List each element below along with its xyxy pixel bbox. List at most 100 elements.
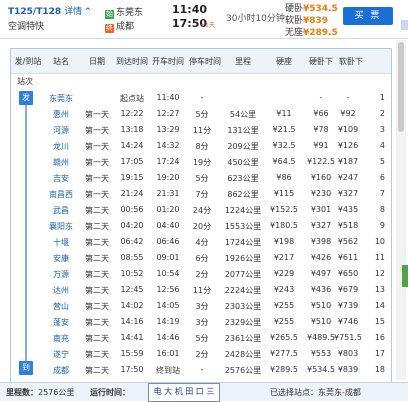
col-header-soft-sleeper: 软卧下 [339,57,363,66]
hard-seat-price: ¥64.5 [272,157,296,166]
arrive-time-cell: 21:24 [120,189,144,198]
station-name[interactable]: 武昌 [43,205,79,216]
arrive-time-cell: 00:56 [120,205,144,214]
buy-ticket-button[interactable]: 买 票 [343,7,393,25]
depart-time-cell: 04:40 [156,221,180,230]
distance-cell: 1224公里 [224,206,262,215]
distance-cell: 54公里 [229,110,257,119]
station-name[interactable]: 南充 [43,333,79,344]
table-row[interactable]: 东莞东 起点站 11:40- - -1 [11,90,391,106]
depart-time-cell: 10:54 [156,269,180,278]
station-name[interactable]: 营山 [43,301,79,312]
depart-time-cell: 13:29 [156,125,180,134]
distance-value: 2576公里 [38,388,75,397]
station-name[interactable]: 吉安 [43,173,79,184]
hard-seat-price: ¥115 [273,189,295,198]
chevron-up-icon[interactable]: ⌃ [84,7,92,17]
distance-cell: 209公里 [227,142,259,151]
table-row[interactable]: 襄阳东 第二天 04:20 04:40 20分 1553公里 ¥180.5 ¥327 ¥518 9 [11,218,391,234]
table-row[interactable]: 吉安 第一天 19:15 19:20 5分 623公里 ¥86 ¥160 ¥247 6 [11,170,391,186]
train-summary-bar: T125/T128 详情 ⌃ 空调特快 始东莞东 终成都 11:40 17:50 +… [0,0,408,39]
stop-index: 14 [374,301,385,310]
col-header-hard-seat: 硬座 [276,57,292,66]
detail-link[interactable]: 详情 [64,7,82,17]
stop-index: 16 [374,333,385,342]
station-name[interactable]: 安康 [43,253,79,264]
soft-sleeper-price: ¥739 [337,301,359,310]
hard-seat-price: ¥180.5 [270,221,298,230]
depart-time-cell: 09:01 [156,253,180,262]
soft-sleeper-price: ¥247 [337,173,359,182]
distance-cell: 1926公里 [224,254,262,263]
stop-index: 5 [379,157,385,166]
soft-sleeper-price: ¥126 [337,141,359,150]
distance-cell: 1553公里 [224,222,262,231]
arrive-time-cell: 14:24 [120,141,144,150]
station-name[interactable]: 成都 [43,365,79,376]
arrive-time-cell: 12:45 [120,285,144,294]
arrive-time-cell: 06:42 [120,237,144,246]
distance-cell: 1724公里 [224,238,262,247]
train-number-text[interactable]: T125/T128 [8,7,61,17]
soft-sleeper-price: ¥518 [337,221,359,230]
table-row[interactable]: 河源 第一天 13:18 13:29 11分 131公里 ¥21.5 ¥78 ¥109 3 [11,122,391,138]
station-name[interactable]: 南昌西 [43,189,79,200]
station-name[interactable]: 惠州 [43,109,79,120]
arrive-time-cell: 14:02 [120,301,144,310]
stop-index: 11 [374,253,385,262]
table-row[interactable]: 龙川 第一天 14:24 14:32 8分 209公里 ¥32.5 ¥91 ¥126 4 [11,138,391,154]
table-row[interactable]: 万源 第二天 10:52 10:54 2分 2077公里 ¥229 ¥497 ¥650 12 [11,266,391,282]
table-row[interactable]: 十堰 第二天 06:42 06:46 4分 1724公里 ¥198 ¥398 ¥562 10 [11,234,391,250]
table-row[interactable]: 惠州 第一天 12:22 12:27 5分 54公里 ¥11 ¥66 ¥92 2 [11,106,391,122]
station-name[interactable]: 万源 [43,269,79,280]
table-row[interactable]: 蓬安 第二天 14:16 14:19 3分 2329公里 ¥255 ¥510 ¥746 15 [11,314,391,330]
price-no-seat: 无座¥289.5 [285,25,338,38]
date-cell: 第二天 [85,238,109,247]
depart-time-cell: 19:20 [156,173,180,182]
arrive-time-cell: 起点站 [120,94,144,103]
table-row[interactable]: 武昌 第二天 00:56 01:20 24分 1224公里 ¥152.5 ¥301 ¥435 8 [11,202,391,218]
stop-time-cell: 5分 [195,174,209,183]
stop-time-cell: 5分 [195,110,209,119]
stop-index: 8 [379,205,385,214]
stop-time-cell: 4分 [195,238,209,247]
station-name[interactable]: 赣州 [43,157,79,168]
hard-seat-price: ¥229 [273,269,295,278]
stop-index: 3 [379,125,385,134]
stop-time-cell: 5分 [195,334,209,343]
table-row[interactable]: 遂宁 第二天 15:59 16:01 2分 2428公里 ¥277.5 ¥553 ¥803 17 [11,346,391,362]
depart-time-cell: 14:46 [156,333,180,342]
stop-time-cell: 19分 [192,158,212,167]
col-header-arrive-time: 到达时间 [116,57,148,66]
station-name[interactable]: 龙川 [43,141,79,152]
table-row[interactable]: 达州 第二天 12:45 12:56 11分 2224公里 ¥243 ¥436 ¥679 13 [11,282,391,298]
date-cell: 第二天 [85,366,109,375]
station-name[interactable]: 遂宁 [43,349,79,360]
station-name[interactable]: 达州 [43,285,79,296]
depart-time-cell: 21:31 [156,189,180,198]
station-name[interactable]: 蓬安 [43,317,79,328]
date-cell: 第二天 [85,350,109,359]
table-row[interactable]: 赣州 第一天 17:05 17:24 19分 450公里 ¥64.5 ¥122.5 ¥187 5 [11,154,391,170]
date-cell: 第一天 [85,174,109,183]
station-name[interactable]: 十堰 [43,237,79,248]
station-name[interactable]: 河源 [43,125,79,136]
arrive-time-cell: 17:50 [120,365,144,374]
table-row[interactable]: 南充 第二天 14:41 14:46 5分 2361公里 ¥265.5 ¥489.5 ¥751.… [11,330,391,346]
table-row[interactable]: 成都 第二天 17:50 终到站 -2576公里 ¥289.5 ¥534.5 ¥839 18 [11,362,391,378]
train-number[interactable]: T125/T128 详情 ⌃ [8,4,92,17]
table-row[interactable]: 安康 第二天 08:55 09:01 6分 1926公里 ¥217 ¥426 ¥611 11 [11,250,391,266]
to-station-name: 成都 [116,22,135,32]
table-row[interactable]: 营山 第二天 14:02 14:05 3分 2303公里 ¥255 ¥510 ¥739 14 [11,298,391,314]
stop-time-cell: 2分 [195,270,209,279]
distance-cell: 2428公里 [224,350,262,359]
scrollbar-thumb[interactable] [398,42,404,132]
hard-seat-price: ¥255 [273,317,295,326]
table-row[interactable]: 南昌西 第一天 21:24 21:31 7分 862公里 ¥115 ¥230 ¥327 7 [11,186,391,202]
station-name[interactable]: 襄阳东 [43,221,79,232]
date-cell: 第一天 [85,190,109,199]
date-cell: 第一天 [85,126,109,135]
soft-sleeper-price: ¥746 [337,317,359,326]
distance-cell: 2077公里 [224,270,262,279]
station-name[interactable]: 东莞东 [43,93,79,104]
